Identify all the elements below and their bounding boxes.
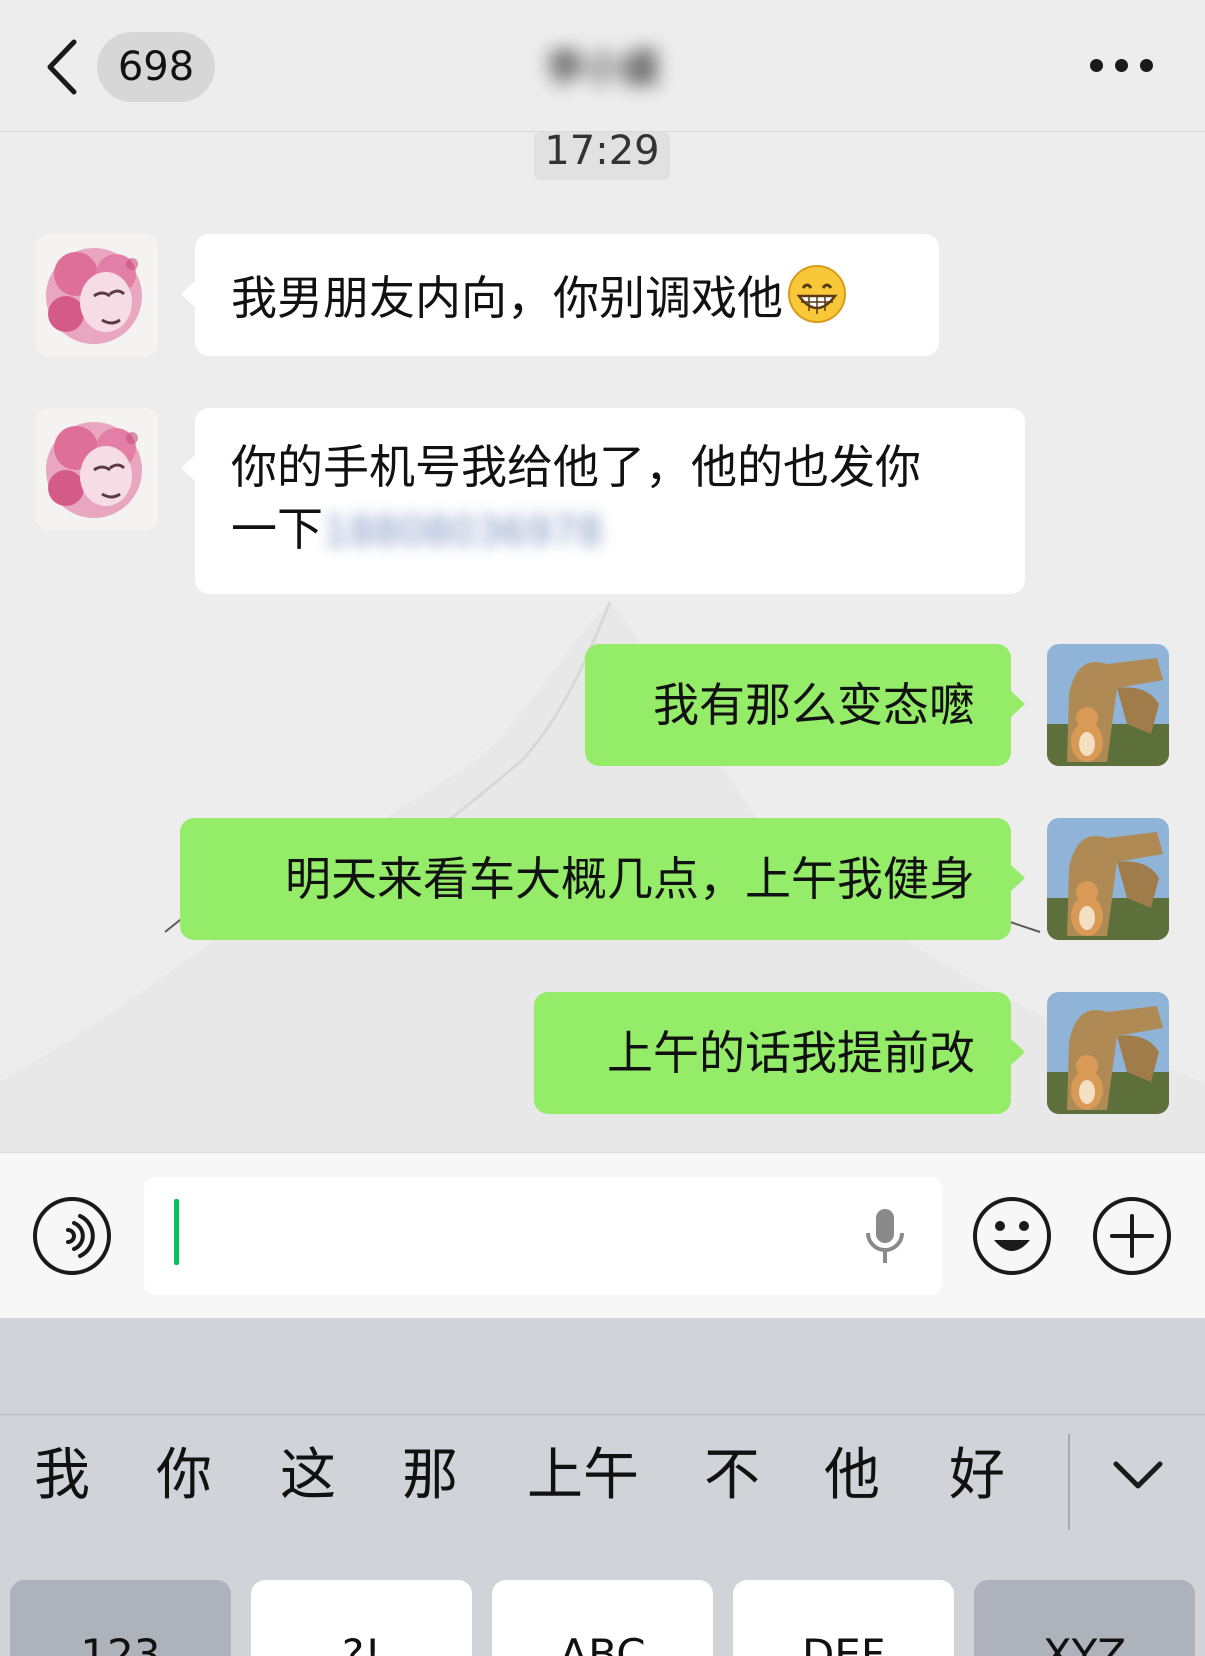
key-xyz[interactable]: XYZ (974, 1580, 1195, 1656)
message-bubble-outgoing[interactable]: 上午的话我提前改 (534, 992, 1025, 1114)
candidate-bar: 我 你 这 那 上午 不 他 好 (0, 1416, 1205, 1536)
candidate-word[interactable]: 他 (820, 1438, 884, 1514)
message-text-line: 一下18808036978 (231, 498, 989, 563)
ellipsis-icon[interactable] (1090, 56, 1154, 76)
contact-avatar[interactable] (36, 234, 158, 356)
candidate-word[interactable]: 不 (700, 1438, 764, 1514)
contact-name: 李小盛 (545, 46, 660, 90)
message-bubble-incoming[interactable]: 你的手机号我给他了，他的也发你 一下18808036978 (181, 408, 1025, 594)
dog-and-dragon-avatar (1047, 644, 1169, 766)
chevron-left-icon[interactable] (40, 36, 84, 98)
message-text-input[interactable] (144, 1177, 942, 1295)
candidate-word[interactable]: 好 (945, 1438, 1009, 1514)
key-numbers[interactable]: 123 (10, 1580, 231, 1656)
key-abc[interactable]: ABC (492, 1580, 713, 1656)
candidate-word[interactable]: 你 (152, 1438, 216, 1514)
key-def[interactable]: DEF (733, 1580, 954, 1656)
my-avatar[interactable] (1047, 992, 1169, 1114)
unread-count-badge[interactable]: 698 (97, 32, 215, 102)
pink-lion-avatar (36, 234, 158, 356)
message-text: 一下 (231, 502, 323, 556)
candidate-separator (1068, 1434, 1070, 1530)
candidate-word[interactable]: 我 (30, 1438, 94, 1514)
candidate-word[interactable]: 这 (276, 1438, 340, 1514)
smiley-icon[interactable] (972, 1196, 1052, 1276)
dog-and-dragon-avatar (1047, 818, 1169, 940)
plus-icon[interactable] (1092, 1196, 1172, 1276)
chat-header: 698 李小盛 (0, 0, 1205, 132)
message-input-bar (0, 1152, 1205, 1318)
candidate-word[interactable]: 那 (398, 1438, 462, 1514)
message-timestamp: 17:29 (534, 132, 670, 180)
keyboard-divider (0, 1414, 1205, 1415)
voice-mode-icon[interactable] (32, 1196, 112, 1276)
candidate-word[interactable]: 上午 (524, 1438, 642, 1514)
my-avatar[interactable] (1047, 644, 1169, 766)
message-text: 我有那么变态嚒 (653, 678, 975, 732)
chevron-down-icon[interactable] (1110, 1454, 1166, 1498)
microphone-icon[interactable] (860, 1207, 910, 1267)
pink-lion-avatar (36, 408, 158, 530)
message-text: 明天来看车大概几点，上午我健身 (285, 852, 975, 906)
message-bubble-outgoing[interactable]: 我有那么变态嚒 (585, 644, 1025, 766)
message-list[interactable]: 17:29 我男朋友内向，你别调戏他 你的手机号我给他了，他的也发你 一下188… (0, 132, 1205, 1152)
dog-and-dragon-avatar (1047, 992, 1169, 1114)
contact-avatar[interactable] (36, 408, 158, 530)
redacted-phone-number: 18808036978 (323, 509, 603, 555)
ime-keyboard: 我 你 这 那 上午 不 他 好 123 ?! ABC DEF XYZ (0, 1318, 1205, 1656)
text-caret (174, 1199, 179, 1265)
grinning-face-icon (788, 265, 846, 323)
message-text: 我男朋友内向，你别调戏他 (231, 271, 783, 325)
chat-screen: 698 李小盛 17:29 我男朋友内向，你别调戏他 你的手机号我给他了，他的也… (0, 0, 1205, 1656)
message-bubble-outgoing[interactable]: 明天来看车大概几点，上午我健身 (180, 818, 1025, 940)
message-bubble-incoming[interactable]: 我男朋友内向，你别调戏他 (181, 234, 939, 356)
message-text: 上午的话我提前改 (607, 1026, 975, 1080)
message-text-line: 你的手机号我给他了，他的也发你 (231, 440, 921, 494)
key-punctuation[interactable]: ?! (251, 1580, 472, 1656)
my-avatar[interactable] (1047, 818, 1169, 940)
